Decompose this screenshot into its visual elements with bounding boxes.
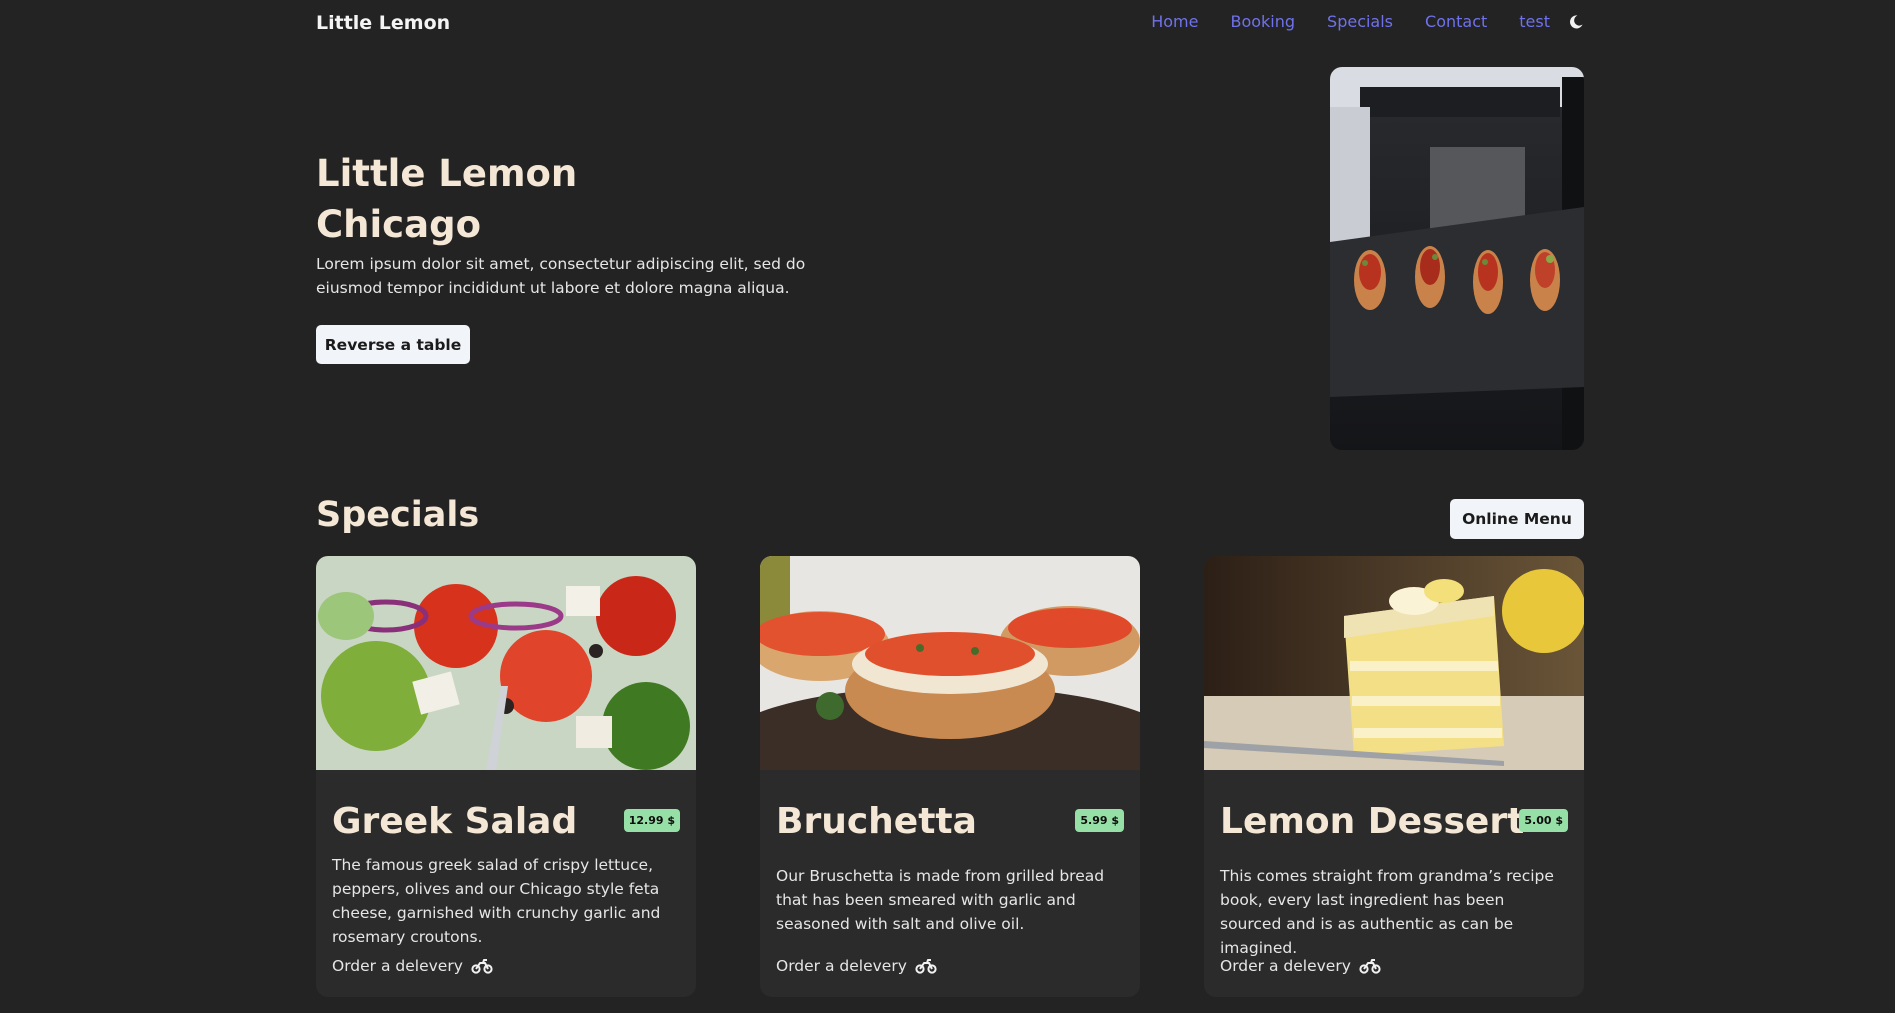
special-card-lemon-dessert: Lemon Dessert 5.00 $ This comes straight… xyxy=(1204,556,1584,997)
nav-link-home[interactable]: Home xyxy=(1151,12,1198,31)
price-badge: 5.00 $ xyxy=(1519,809,1568,832)
card-title: Bruchetta xyxy=(776,801,977,842)
hero-image xyxy=(1330,67,1584,450)
motorcycle-icon xyxy=(471,959,493,974)
hero-description: Lorem ipsum dolor sit amet, consectetur … xyxy=(316,255,806,297)
order-delivery-link[interactable]: Order a delevery xyxy=(776,957,937,975)
order-label: Order a delevery xyxy=(332,957,463,975)
moon-icon[interactable] xyxy=(1568,14,1584,30)
hero-title-line2: Chicago xyxy=(316,203,481,246)
hero-title: Little Lemon Chicago xyxy=(316,148,577,250)
price-badge: 5.99 $ xyxy=(1075,809,1124,832)
greek-salad-image xyxy=(316,556,696,770)
card-description: The famous greek salad of crispy lettuce… xyxy=(332,856,661,946)
order-delivery-link[interactable]: Order a delevery xyxy=(332,957,493,975)
online-menu-button[interactable]: Online Menu xyxy=(1450,499,1584,539)
nav-link-contact[interactable]: Contact xyxy=(1425,12,1487,31)
special-card-greek-salad: Greek Salad 12.99 $ The famous greek sal… xyxy=(316,556,696,997)
motorcycle-icon xyxy=(915,959,937,974)
reserve-table-button[interactable]: Reverse a table xyxy=(316,325,470,364)
nav-link-test[interactable]: test xyxy=(1519,12,1550,31)
brand-logo[interactable]: Little Lemon xyxy=(316,12,450,34)
card-description: Our Bruschetta is made from grilled brea… xyxy=(776,867,1105,933)
order-delivery-link[interactable]: Order a delevery xyxy=(1220,957,1381,975)
bruchetta-image xyxy=(760,556,1140,770)
special-card-bruchetta: Bruchetta 5.99 $ Our Bruschetta is made … xyxy=(760,556,1140,997)
nav-link-booking[interactable]: Booking xyxy=(1230,12,1295,31)
card-description: This comes straight from grandma’s recip… xyxy=(1220,867,1554,957)
card-title: Greek Salad xyxy=(332,801,578,842)
lemon-dessert-image xyxy=(1204,556,1584,770)
nav-link-specials[interactable]: Specials xyxy=(1327,12,1393,31)
order-label: Order a delevery xyxy=(776,957,907,975)
hero-title-line1: Little Lemon xyxy=(316,152,578,195)
order-label: Order a delevery xyxy=(1220,957,1351,975)
top-nav: Little Lemon Home Booking Specials Conta… xyxy=(316,0,1584,48)
specials-heading: Specials xyxy=(316,495,480,535)
price-badge: 12.99 $ xyxy=(623,809,680,832)
motorcycle-icon xyxy=(1359,959,1381,974)
card-title: Lemon Dessert xyxy=(1220,801,1525,842)
nav-links: Home Booking Specials Contact test xyxy=(1151,12,1584,31)
